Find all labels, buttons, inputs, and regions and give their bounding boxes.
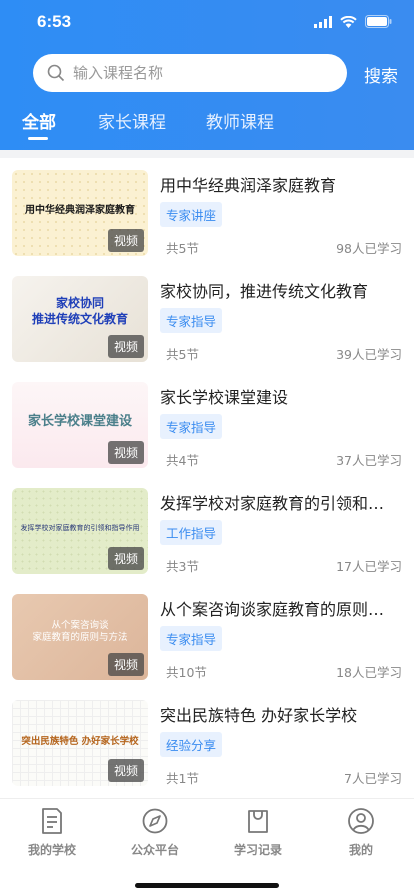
tabbar-study-records[interactable]: 学习记录 xyxy=(218,807,298,858)
course-thumbnail: 突出民族特色 办好家长学校 视频 xyxy=(12,700,148,786)
course-tag: 专家指导 xyxy=(160,414,223,439)
bag-icon xyxy=(248,810,268,833)
battery-icon xyxy=(365,15,392,28)
video-badge: 视频 xyxy=(107,335,144,358)
wifi-icon xyxy=(340,15,357,28)
course-tag: 专家指导 xyxy=(160,626,223,651)
course-item[interactable]: 用中华经典润泽家庭教育 视频 用中华经典润泽家庭教育 专家讲座 共5节 98人已… xyxy=(0,158,414,264)
tabbar-label: 学习记录 xyxy=(233,843,282,857)
lesson-count: 共1节 xyxy=(166,771,199,786)
thumbnail-text: 家校协同 推进传统文化教育 xyxy=(31,296,128,326)
course-tag: 专家指导 xyxy=(160,308,223,333)
thumbnail-text: 从个案咨询谈 家庭教育的原则与方法 xyxy=(32,620,128,644)
course-title: 突出民族特色 办好家长学校 xyxy=(160,706,358,725)
home-indicator xyxy=(135,883,279,888)
status-time: 6:53 xyxy=(37,12,72,31)
course-thumbnail: 发挥学校对家庭教育的引领和指导作用 视频 xyxy=(12,488,148,574)
course-thumbnail: 家长学校课堂建设 视频 xyxy=(12,382,148,468)
lesson-count: 共5节 xyxy=(166,241,199,256)
thumbnail-text: 家长学校课堂建设 xyxy=(27,414,132,429)
learner-count: 17人已学习 xyxy=(336,559,402,574)
tabbar-public-platform[interactable]: 公众平台 xyxy=(115,807,195,858)
signal-icon xyxy=(314,15,332,28)
tabbar-label: 公众平台 xyxy=(130,843,179,857)
tab-teacher-courses[interactable]: 教师课程 xyxy=(206,108,274,133)
tab-all[interactable]: 全部 xyxy=(22,108,56,133)
active-tab-indicator xyxy=(28,137,48,140)
learner-count: 37人已学习 xyxy=(336,453,402,468)
search-button[interactable]: 搜索 xyxy=(364,62,398,87)
course-title: 用中华经典润泽家庭教育 xyxy=(160,176,337,195)
tab-parent-courses[interactable]: 家长课程 xyxy=(98,108,166,133)
thumbnail-text: 突出民族特色 办好家长学校 xyxy=(21,736,139,747)
header: 6:53 搜索 全部 家长课程 教师课 xyxy=(0,0,414,150)
course-title: 家校协同，推进传统文化教育 xyxy=(160,282,369,301)
video-badge: 视频 xyxy=(107,229,144,252)
course-thumbnail: 家校协同 推进传统文化教育 视频 xyxy=(12,276,148,362)
course-tag: 专家讲座 xyxy=(160,202,223,227)
course-thumbnail: 用中华经典润泽家庭教育 视频 xyxy=(12,170,148,256)
document-icon xyxy=(42,808,62,834)
status-bar: 6:53 xyxy=(0,0,414,44)
video-badge: 视频 xyxy=(107,653,144,676)
tabbar-me[interactable]: 我的 xyxy=(321,807,401,858)
video-badge: 视频 xyxy=(107,547,144,570)
video-badge: 视频 xyxy=(107,759,144,782)
course-title: 发挥学校对家庭教育的引领和指导作用 xyxy=(160,494,400,513)
user-icon xyxy=(348,808,374,834)
thumbnail-text: 发挥学校对家庭教育的引领和指导作用 xyxy=(20,524,140,532)
course-item[interactable]: 突出民族特色 办好家长学校 视频 突出民族特色 办好家长学校 经验分享 共1节 … xyxy=(0,688,414,794)
course-item[interactable]: 发挥学校对家庭教育的引领和指导作用 视频 发挥学校对家庭教育的引领和指导作用 工… xyxy=(0,476,414,582)
course-list: 用中华经典润泽家庭教育 视频 用中华经典润泽家庭教育 专家讲座 共5节 98人已… xyxy=(0,158,414,798)
video-badge: 视频 xyxy=(107,441,144,464)
course-tag: 工作指导 xyxy=(160,520,223,545)
search-input[interactable] xyxy=(73,64,323,82)
course-tag: 经验分享 xyxy=(160,732,223,757)
learner-count: 98人已学习 xyxy=(336,241,402,256)
lesson-count: 共10节 xyxy=(166,665,207,680)
learner-count: 39人已学习 xyxy=(336,347,402,362)
bottom-tab-bar: 我的学校 公众平台 学习记录 我的 xyxy=(0,798,414,896)
thumbnail-text: 用中华经典润泽家庭教育 xyxy=(25,205,135,216)
lesson-count: 共3节 xyxy=(166,559,199,574)
course-item[interactable]: 家校协同 推进传统文化教育 视频 家校协同，推进传统文化教育 专家指导 共5节 … xyxy=(0,264,414,370)
tabbar-my-school[interactable]: 我的学校 xyxy=(12,807,92,858)
learner-count: 18人已学习 xyxy=(336,665,402,680)
course-item[interactable]: 从个案咨询谈 家庭教育的原则与方法 视频 从个案咨询谈家庭教育的原则与方法 专家… xyxy=(0,582,414,688)
search-icon xyxy=(47,64,65,82)
tabbar-label: 我的学校 xyxy=(27,843,76,857)
learner-count: 7人已学习 xyxy=(344,771,402,786)
lesson-count: 共5节 xyxy=(166,347,199,362)
search-bar[interactable] xyxy=(33,54,347,92)
course-thumbnail: 从个案咨询谈 家庭教育的原则与方法 视频 xyxy=(12,594,148,680)
course-tabs: 全部 家长课程 教师课程 xyxy=(0,108,414,144)
status-icons xyxy=(314,15,392,28)
tabbar-label: 我的 xyxy=(348,843,373,857)
course-title: 从个案咨询谈家庭教育的原则与方法 xyxy=(160,600,400,619)
compass-icon xyxy=(142,808,168,834)
course-title: 家长学校课堂建设 xyxy=(160,388,289,407)
course-item[interactable]: 家长学校课堂建设 视频 家长学校课堂建设 专家指导 共4节 37人已学习 xyxy=(0,370,414,476)
lesson-count: 共4节 xyxy=(166,453,199,468)
